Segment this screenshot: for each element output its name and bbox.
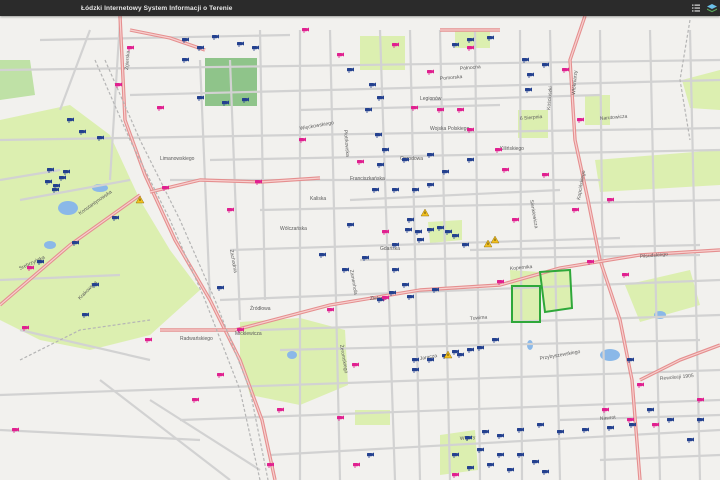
list-icon[interactable] [688, 0, 704, 16]
street-label: Gdańska [380, 246, 400, 252]
app-title: Łódzki Internetowy System Informacji o T… [81, 4, 233, 12]
app-header: Łódzki Internetowy System Informacji o T… [0, 0, 720, 16]
street-label: Wólczańska [280, 226, 307, 232]
toolbar [688, 0, 720, 16]
street-label: Kilińskiego [500, 146, 524, 152]
park-west [0, 60, 35, 100]
map-canvas[interactable]: Zgierska Limanowskiego Pomorska Narutowicza… [0, 16, 720, 480]
pond-5 [44, 241, 56, 249]
street-label: Limanowskiego [160, 156, 195, 162]
street-label: Kaliska [310, 196, 326, 202]
street-label: Franciszkańska [350, 176, 385, 182]
layers-icon[interactable] [704, 0, 720, 16]
street-label: Radwańskiego [180, 336, 213, 342]
street-label: Legionów [420, 96, 442, 102]
pond-6 [287, 351, 297, 359]
street-label: Wojska Polskiego [430, 126, 470, 132]
pond-1 [58, 201, 78, 215]
street-label: Źródłowa [250, 305, 271, 312]
